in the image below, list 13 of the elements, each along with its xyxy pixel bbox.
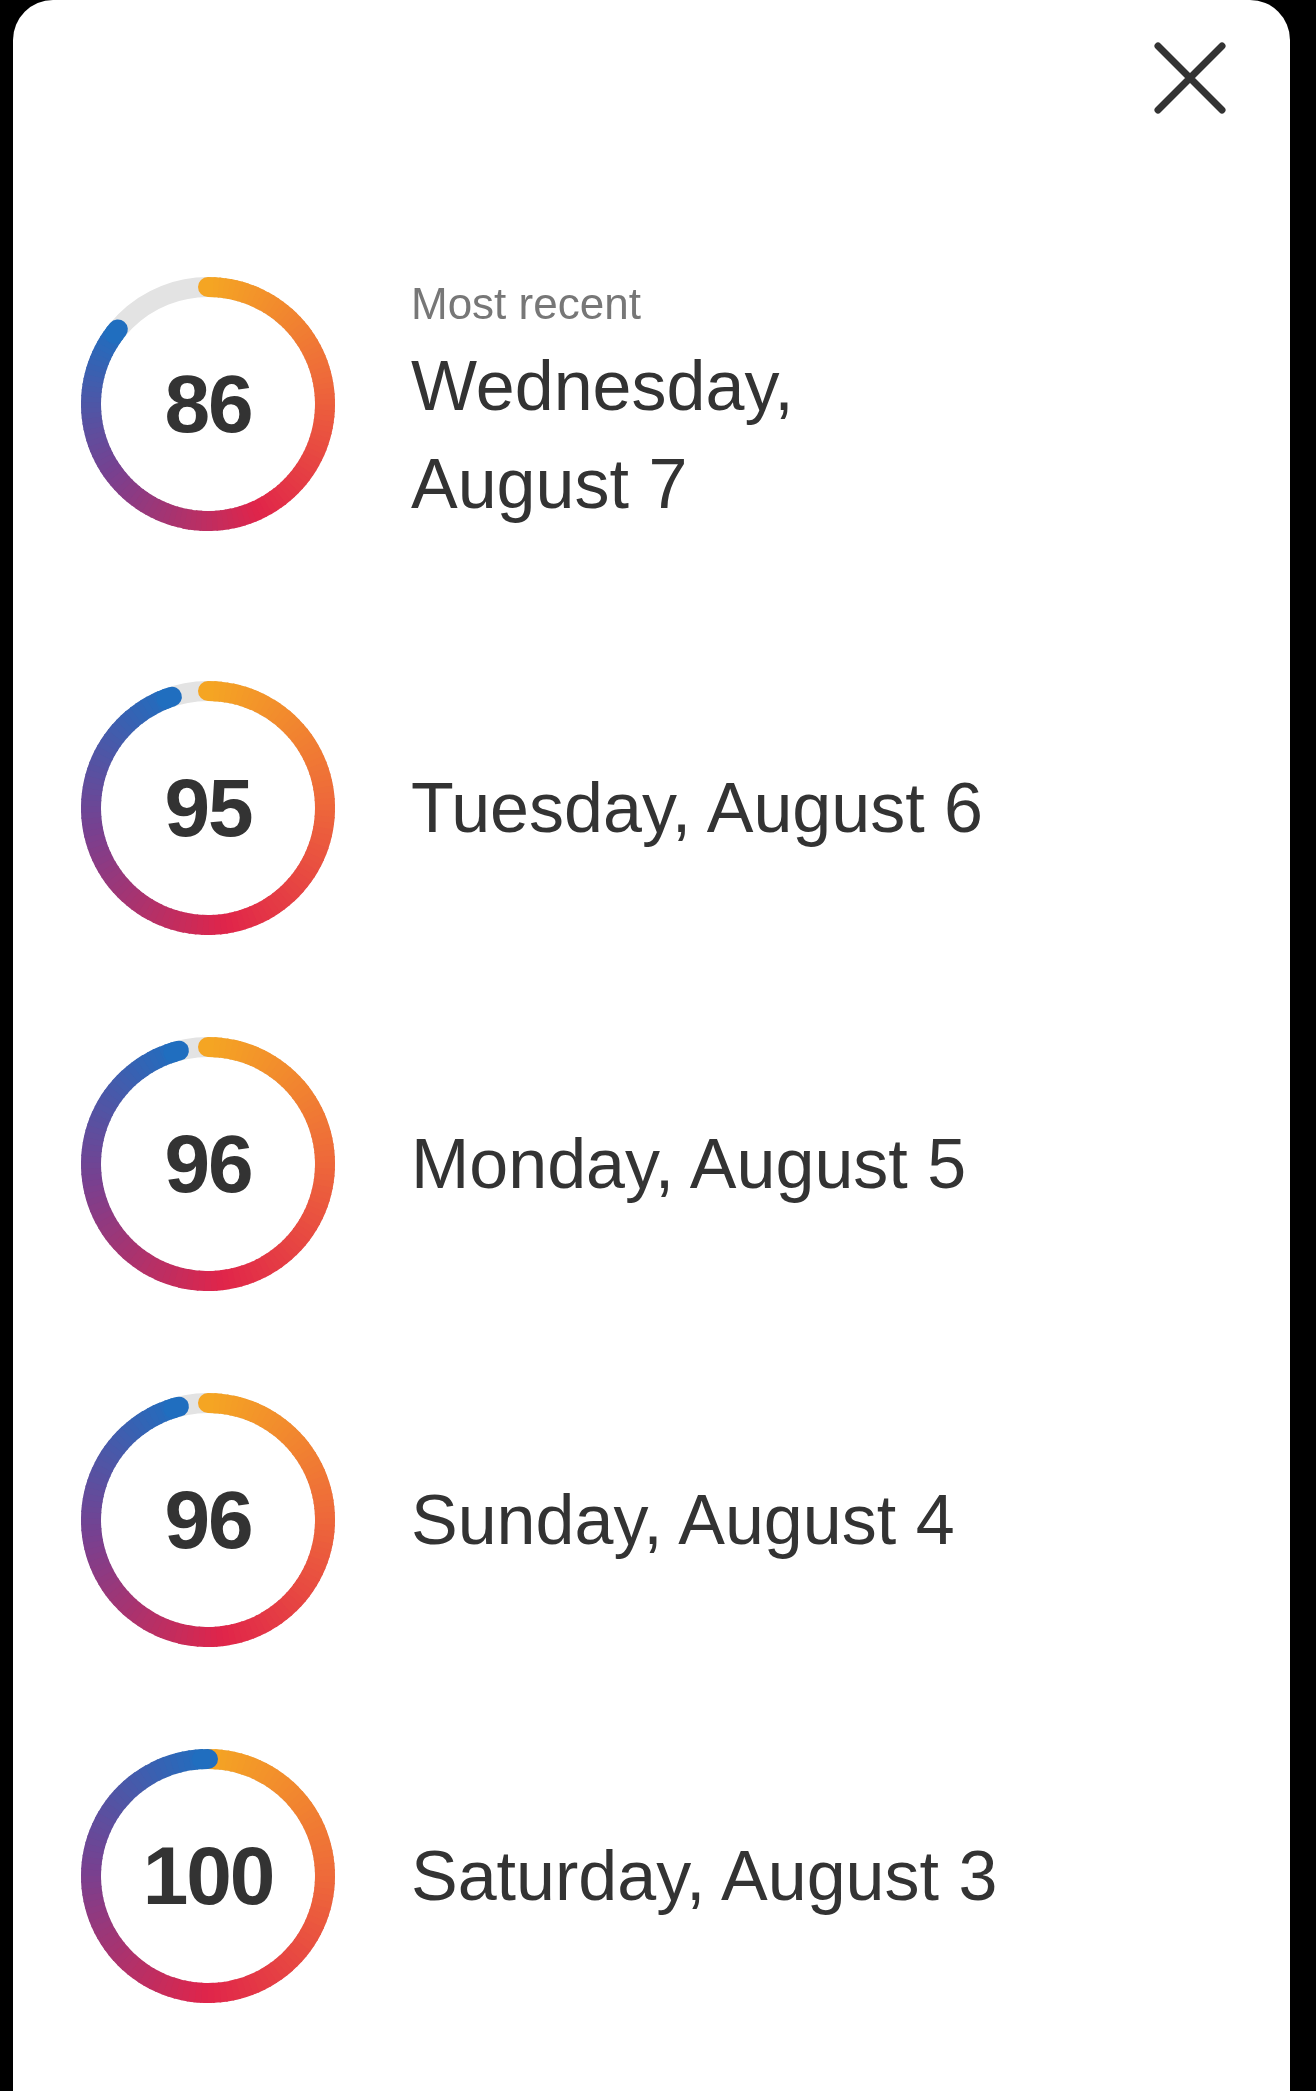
score-value: 100 [142, 1835, 274, 1917]
score-value: 95 [164, 767, 252, 849]
close-icon [1154, 42, 1226, 114]
caption: Most recent [411, 277, 642, 330]
close-button[interactable] [1152, 40, 1228, 116]
date-label: Tuesday, August 6 [411, 767, 984, 849]
date-label: Wednesday, August 7 [411, 345, 795, 525]
score-value: 96 [164, 1123, 252, 1205]
date-label: Sunday, August 4 [411, 1479, 955, 1561]
date-label: Monday, August 5 [411, 1123, 967, 1205]
score-value: 96 [164, 1479, 252, 1561]
score-value: 86 [164, 363, 252, 445]
date-label: Saturday, August 3 [411, 1835, 998, 1917]
